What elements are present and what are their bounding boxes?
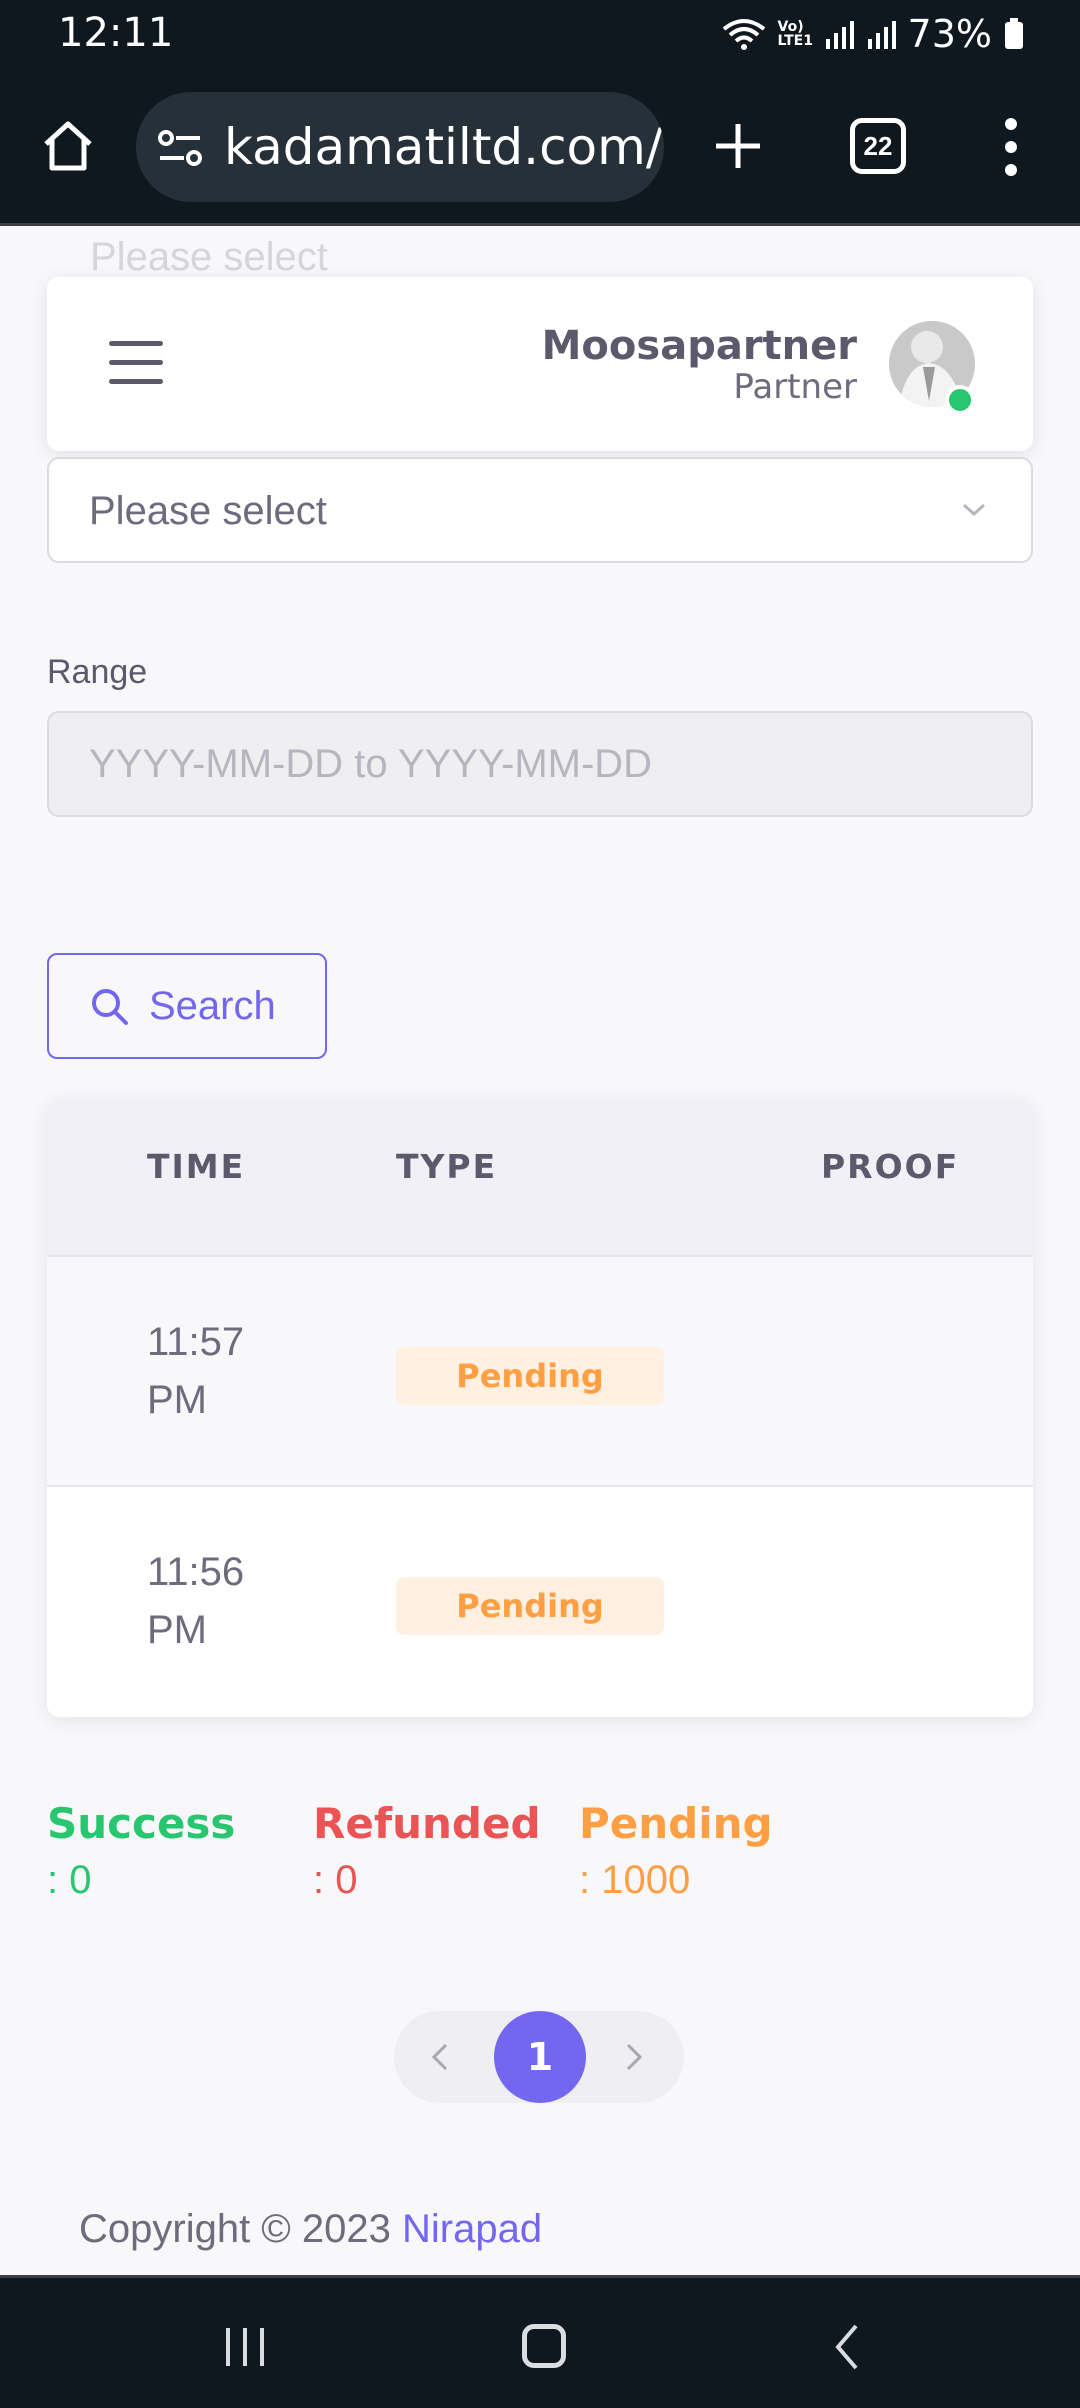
footer-copyright: Copyright © 2023: [79, 2207, 391, 2251]
range-label: Range: [47, 653, 148, 691]
back-icon[interactable]: [832, 2322, 862, 2372]
chevron-left-icon[interactable]: [428, 2037, 452, 2077]
stat-success-label: Success: [47, 1799, 236, 1848]
stat-pending-value: : 1000: [579, 1858, 691, 1902]
top-navbar: Moosapartner Partner: [47, 277, 1033, 451]
chevron-right-icon[interactable]: [622, 2037, 646, 2077]
signal-icon: [825, 21, 854, 49]
filter-select[interactable]: Please select: [47, 457, 1033, 563]
recent-apps-icon[interactable]: [222, 2326, 268, 2368]
chevron-down-icon: [962, 503, 986, 517]
table-header: TIME TYPE PROOF: [47, 1099, 1033, 1257]
column-header-proof: PROOF: [821, 1147, 960, 1186]
battery-percent: 73%: [907, 12, 992, 56]
row-time: 11:57 PM: [147, 1320, 245, 1422]
home-icon[interactable]: [38, 116, 98, 176]
online-status-dot: [945, 385, 975, 415]
row-time: 11:56 PM: [147, 1550, 245, 1652]
signal-icon-2: [867, 21, 896, 49]
stat-refunded-label: Refunded: [313, 1799, 541, 1848]
site-settings-icon[interactable]: [156, 126, 204, 170]
pagination: 1: [394, 2011, 684, 2103]
stat-pending-label: Pending: [579, 1799, 773, 1848]
transactions-table: TIME TYPE PROOF 11:57 PM Pending 11:56 P…: [47, 1099, 1033, 1717]
scrolled-select-placeholder: Please select: [90, 235, 328, 279]
table-row: 11:57 PM Pending: [47, 1257, 1033, 1487]
status-time: 12:11: [58, 10, 174, 56]
user-name: Moosapartner: [541, 323, 857, 369]
status-badge: Pending: [396, 1577, 664, 1635]
user-role: Partner: [733, 367, 857, 407]
search-button[interactable]: Search: [47, 953, 327, 1059]
address-bar[interactable]: kadamatiltd.com/d: [136, 92, 664, 202]
page-content: Please select Moosapartner Partner Pleas…: [0, 229, 1080, 2275]
menu-icon[interactable]: [109, 341, 163, 385]
filter-select-value: Please select: [89, 489, 327, 533]
column-header-time: TIME: [147, 1147, 246, 1186]
browser-toolbar: kadamatiltd.com/d 22: [0, 66, 1080, 226]
status-bar: 12:11 Vo) LTE1 73%: [0, 0, 1080, 66]
stat-refunded-value: : 0: [313, 1858, 358, 1902]
status-badge: Pending: [396, 1347, 664, 1405]
footer-brand-link[interactable]: Nirapad: [402, 2207, 542, 2251]
new-tab-icon[interactable]: [708, 116, 768, 176]
stat-success-value: : 0: [47, 1858, 92, 1902]
battery-icon: [1005, 18, 1023, 49]
search-button-label: Search: [149, 983, 276, 1028]
footer: Copyright © 2023 Nirapad: [79, 2207, 542, 2252]
stat-refunded: Refunded : 0: [313, 1799, 541, 1903]
more-options-icon[interactable]: [996, 112, 1026, 182]
date-range-input[interactable]: [47, 711, 1033, 817]
status-icons: Vo) LTE1 73%: [722, 12, 1024, 56]
stat-success: Success : 0: [47, 1799, 235, 1903]
stat-pending: Pending : 1000: [579, 1799, 773, 1903]
network-type-label: Vo) LTE1: [777, 19, 813, 49]
system-navigation-bar: [0, 2275, 1080, 2408]
page-button-current[interactable]: 1: [494, 2011, 586, 2103]
wifi-icon: [722, 19, 765, 50]
table-row: 11:56 PM Pending: [47, 1487, 1033, 1717]
column-header-type: TYPE: [396, 1147, 498, 1186]
home-nav-icon[interactable]: [522, 2324, 566, 2368]
url-text[interactable]: kadamatiltd.com/d: [224, 118, 664, 176]
tab-switcher-button[interactable]: 22: [850, 118, 906, 174]
search-icon: [92, 989, 128, 1025]
